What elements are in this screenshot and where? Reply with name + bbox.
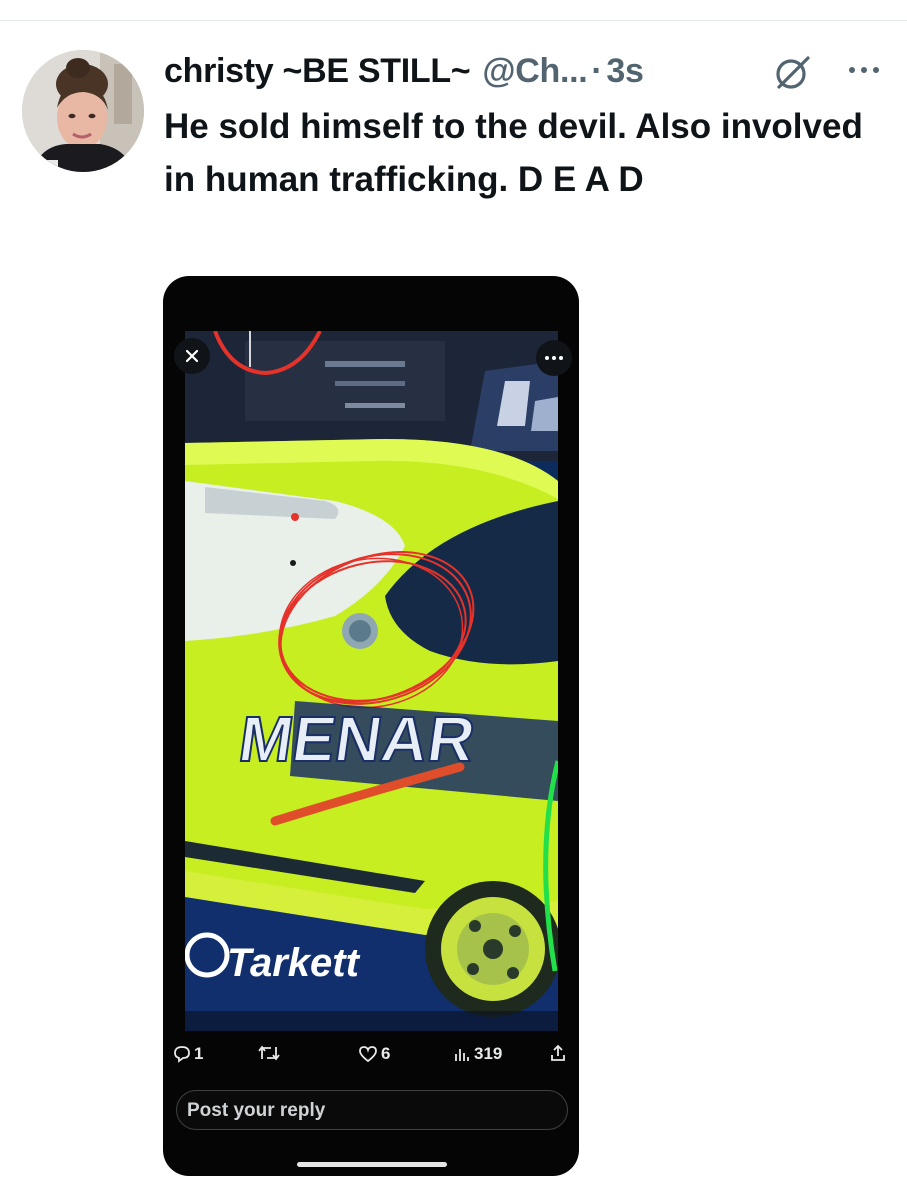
- views-count: 319: [474, 1044, 503, 1063]
- avatar[interactable]: [22, 50, 144, 172]
- reply-button[interactable]: 1: [173, 1044, 203, 1064]
- more-icon[interactable]: [846, 62, 886, 82]
- like-icon: [359, 1046, 377, 1063]
- like-button[interactable]: 6: [358, 1044, 390, 1064]
- like-count: 6: [381, 1044, 391, 1063]
- tweet-text: He sold himself to the devil. Also invol…: [164, 107, 863, 199]
- video-frame[interactable]: MENAR Tarkett: [185, 331, 558, 1031]
- close-button[interactable]: [174, 338, 210, 374]
- retweet-icon: [258, 1045, 280, 1061]
- close-icon: [185, 349, 199, 363]
- retweet-button[interactable]: [258, 1044, 283, 1062]
- action-bar: 1 6 319: [163, 1040, 579, 1076]
- reply-input[interactable]: Post your reply: [176, 1090, 568, 1130]
- home-indicator: [297, 1162, 447, 1167]
- top-divider: [0, 20, 907, 21]
- user-handle[interactable]: @Ch...: [482, 52, 587, 91]
- share-button[interactable]: [549, 1044, 570, 1062]
- views-button[interactable]: 319: [453, 1044, 502, 1064]
- more-icon: [545, 356, 563, 360]
- reply-icon: [174, 1046, 190, 1063]
- svg-text:Tarkett: Tarkett: [227, 941, 361, 985]
- display-name[interactable]: christy ~BE STILL~: [164, 52, 471, 91]
- svg-text:MENAR: MENAR: [235, 703, 480, 775]
- tweet-header: christy ~BE STILL~ @Ch... · 3s: [164, 48, 644, 94]
- views-icon: [455, 1049, 469, 1061]
- grok-icon[interactable]: [770, 50, 814, 94]
- reply-placeholder: Post your reply: [187, 1100, 326, 1121]
- share-icon: [551, 1044, 565, 1061]
- reply-count: 1: [194, 1044, 204, 1063]
- video-more-button[interactable]: [536, 340, 572, 376]
- header-separator: ·: [591, 51, 603, 90]
- timestamp[interactable]: 3s: [606, 52, 644, 91]
